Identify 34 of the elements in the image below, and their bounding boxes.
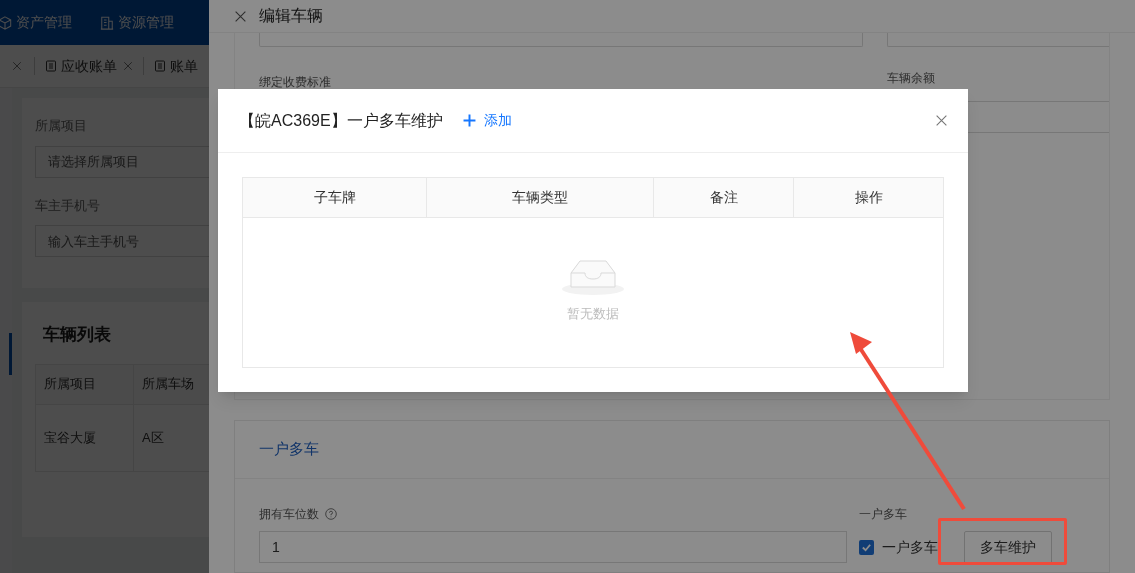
column-header: 车辆类型 [427,178,654,217]
checkmark-icon [861,542,872,553]
page-tab[interactable]: 应收账单 [35,55,123,77]
document-icon [154,60,166,72]
close-icon[interactable] [935,114,948,127]
page-tab[interactable]: 账单 [144,55,204,77]
table-cell: 宝谷大厦 [36,404,134,471]
input-field[interactable]: 1 [259,531,847,563]
checkbox[interactable]: 一户多车 [859,537,938,558]
help-icon[interactable] [325,508,337,520]
add-button[interactable]: 添加 [462,110,512,131]
maintain-button[interactable]: 多车维护 [964,531,1052,564]
field-label: 车辆余额 [887,70,935,87]
close-icon[interactable] [12,61,22,71]
drawer-title: 编辑车辆 [259,6,323,26]
building-icon [100,15,114,30]
nav-item[interactable]: 资源管理 [118,12,174,33]
document-icon [45,60,57,72]
active-indicator [9,333,12,375]
cube-icon [0,15,12,30]
column-header: 操作 [853,188,884,207]
empty-text: 暂无数据 [567,305,619,324]
tab-close-icon[interactable] [123,61,133,71]
field-label: 一户多车 [859,506,908,523]
plus-icon [462,114,476,127]
section-title: 一户多车 [259,439,319,460]
field-label: 绑定收费标准 [259,75,331,89]
nav-item[interactable]: 资产管理 [16,12,72,33]
column-header: 子车牌 [243,178,427,217]
modal-title: 【皖AC369E】一户多车维护 [239,110,443,131]
card-title: 车辆列表 [42,324,112,346]
column-header: 备注 [654,178,794,217]
field-label: 拥有车位数 [259,506,319,523]
close-icon[interactable] [234,9,247,23]
